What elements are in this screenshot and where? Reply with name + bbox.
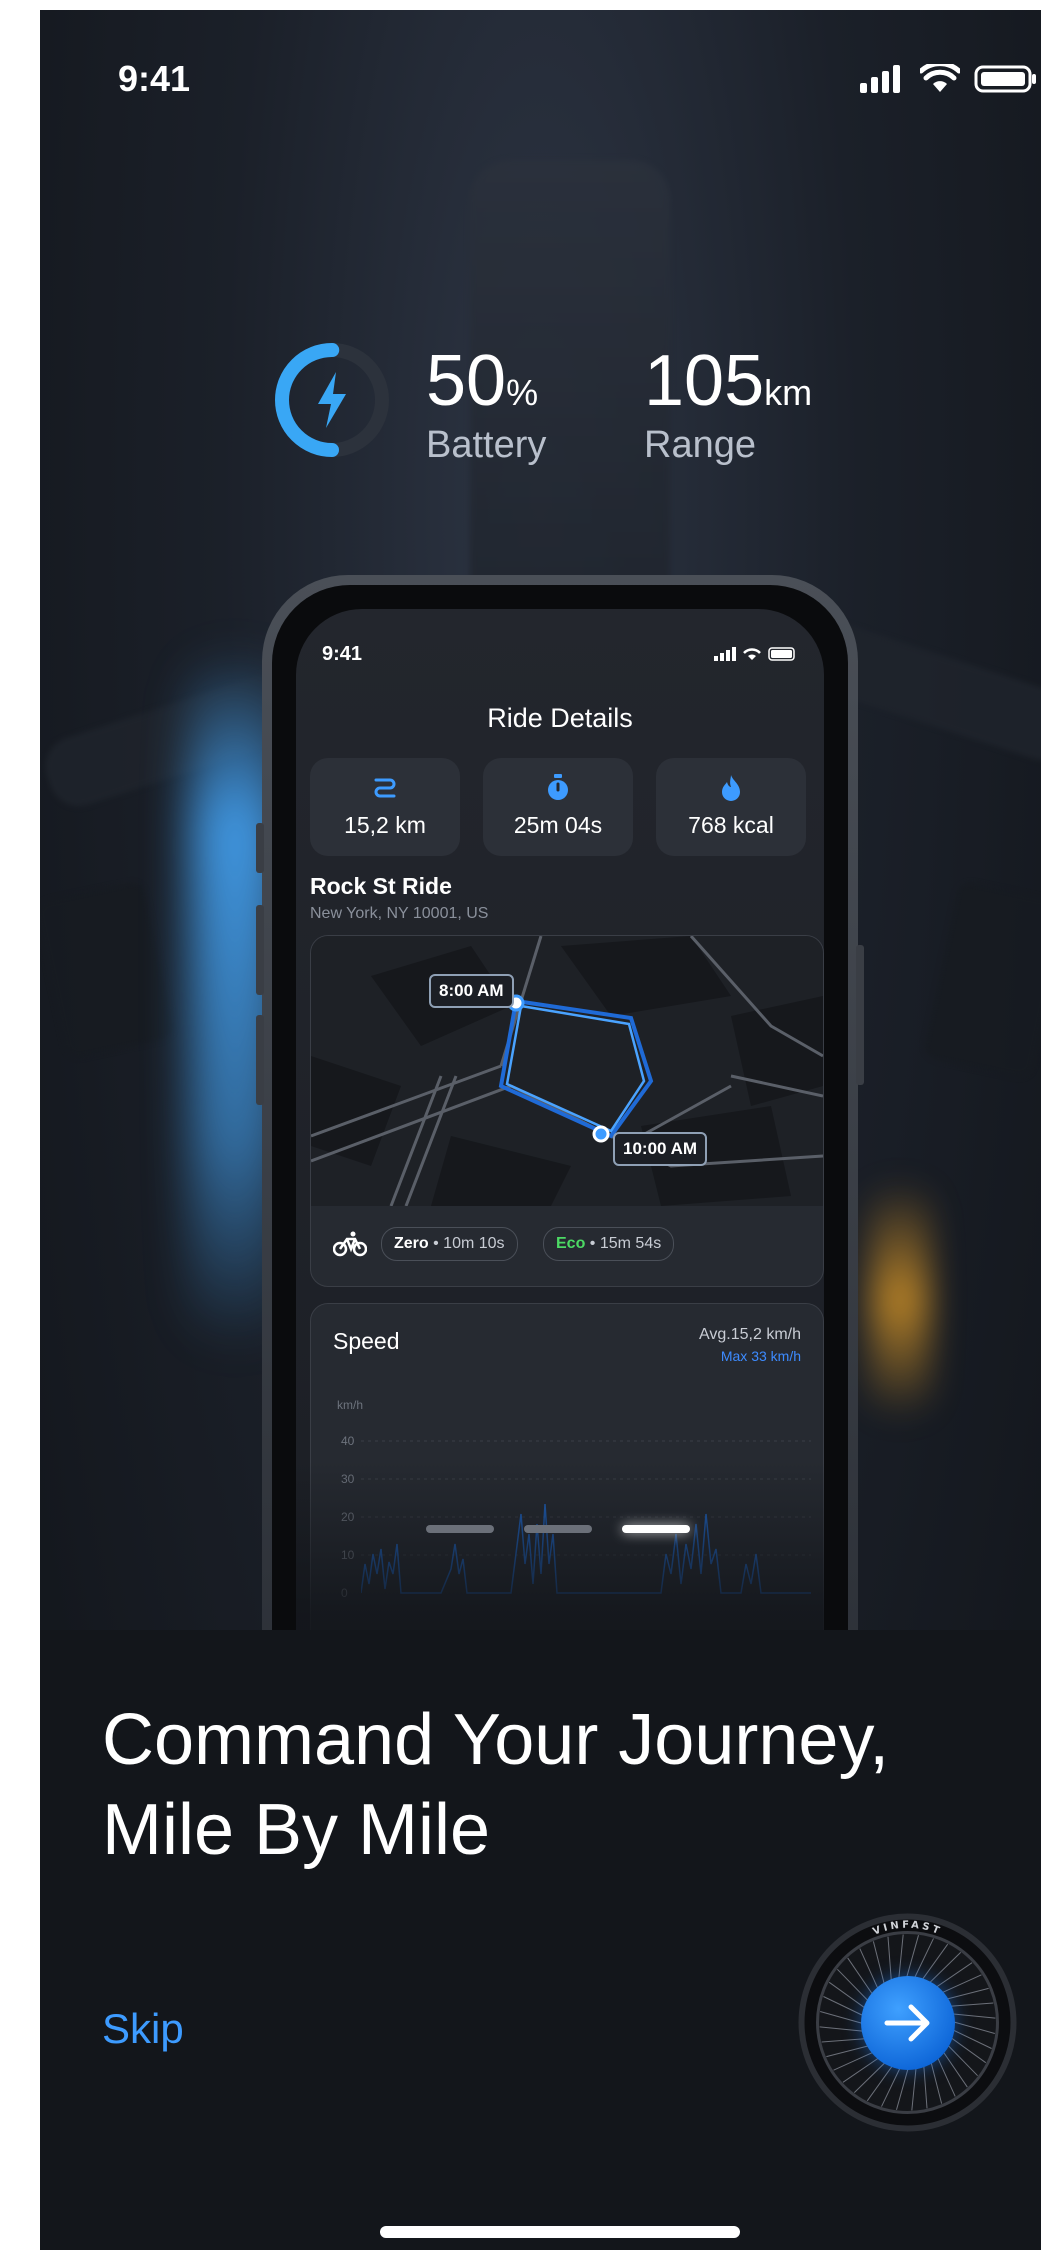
- ride-address: New York, NY 10001, US: [310, 905, 489, 922]
- status-icons: [860, 64, 1038, 94]
- cellular-signal-icon: [860, 65, 900, 93]
- page-indicator: [426, 1525, 690, 1533]
- phone-signal-icon: [714, 647, 736, 661]
- onboarding-screen: 9:41 50% Battery 105km Range 9:41 Ride D…: [40, 10, 1041, 2250]
- y-tick-40: 40: [341, 1434, 355, 1448]
- range-label: Range: [644, 424, 756, 466]
- start-time-tag: 8:00 AM: [429, 974, 514, 1008]
- home-indicator[interactable]: [380, 2226, 740, 2238]
- battery-value: 50%: [426, 341, 539, 421]
- mode-pill-eco[interactable]: Eco • 15m 54s: [543, 1227, 675, 1261]
- skip-button[interactable]: Skip: [102, 2005, 184, 2053]
- stat-card-distance: 15,2 km: [310, 758, 460, 856]
- page-dot[interactable]: [426, 1525, 494, 1533]
- phone-wifi-icon: [743, 648, 761, 660]
- headline-line-2: Mile By Mile: [102, 1790, 491, 1870]
- mode-pill-zero[interactable]: Zero • 10m 10s: [381, 1227, 518, 1261]
- phone-battery-icon: [768, 647, 795, 661]
- stat-card-calories: 768 kcal: [656, 758, 806, 856]
- end-time-tag: 10:00 AM: [613, 1132, 708, 1166]
- stat-duration: 25m 04s: [513, 812, 603, 838]
- range-unit: km: [764, 372, 813, 413]
- page-dot[interactable]: [524, 1525, 592, 1533]
- route-icon: [374, 778, 396, 798]
- background-grip-right: [922, 880, 1041, 1080]
- stopwatch-icon: [548, 774, 568, 800]
- phone-status-time: 9:41: [322, 643, 363, 665]
- stat-calories: 768 kcal: [688, 812, 774, 838]
- background-grip-left: [40, 880, 176, 1060]
- headline-line-1: Command Your Journey,: [102, 1700, 890, 1780]
- range-value: 105km: [644, 341, 813, 421]
- route-map[interactable]: [311, 936, 823, 1206]
- battery-status-icon: [974, 65, 1036, 93]
- speed-max: Max 33 km/h: [720, 1348, 801, 1364]
- stat-card-duration: 25m 04s: [483, 758, 633, 856]
- wifi-icon: [920, 64, 960, 92]
- next-button[interactable]: [861, 1976, 955, 2070]
- amber-light-glow: [870, 1180, 930, 1420]
- headline: Command Your Journey, Mile By Mile: [102, 1695, 1002, 1875]
- phone-status-icons: [714, 647, 798, 661]
- speed-axis-unit: km/h: [337, 1398, 364, 1412]
- speed-title: Speed: [333, 1328, 400, 1354]
- ride-details-title: Ride Details: [487, 703, 633, 733]
- ride-name: Rock St Ride: [310, 873, 452, 899]
- battery-gauge-icon: [275, 343, 389, 457]
- route-map-card[interactable]: 8:00 AM 10:00 AM Zero • 10m 10s Eco • 15…: [310, 935, 824, 1287]
- battery-unit: %: [506, 372, 539, 413]
- flame-icon: [722, 775, 740, 801]
- bicycle-icon: [333, 1231, 367, 1257]
- battery-label: Battery: [426, 424, 547, 466]
- page-dot-active[interactable]: [622, 1525, 690, 1533]
- speed-average: Avg.15,2 km/h: [699, 1326, 801, 1343]
- phone-screen: 9:41 Ride Details 15,2 km 25m 04s 768 kc…: [296, 609, 824, 1741]
- status-time: 9:41: [118, 58, 191, 99]
- arrow-right-icon: [884, 2004, 930, 2042]
- phone-mockup: 9:41 Ride Details 15,2 km 25m 04s 768 kc…: [256, 575, 864, 1775]
- stat-distance: 15,2 km: [344, 812, 426, 838]
